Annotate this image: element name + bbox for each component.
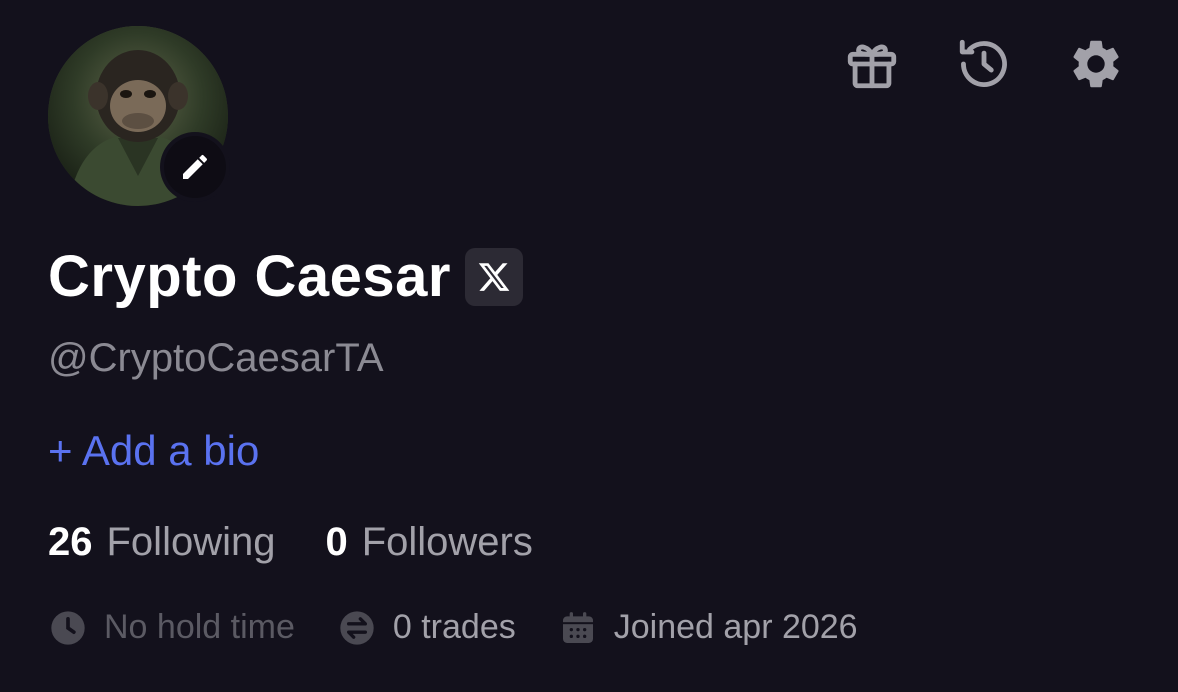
top-actions xyxy=(842,34,1126,94)
follow-stats: 26 Following 0 Followers xyxy=(48,520,533,564)
history-icon xyxy=(959,39,1007,87)
gift-icon xyxy=(847,44,897,89)
following-stat[interactable]: 26 Following xyxy=(48,520,275,564)
calendar-icon xyxy=(562,612,593,643)
followers-stat[interactable]: 0 Followers xyxy=(325,520,532,564)
followers-label: Followers xyxy=(361,520,533,564)
x-logo-icon xyxy=(478,263,510,291)
hold-time-text: No hold time xyxy=(104,608,295,647)
username-handle: @CryptoCaesarTA xyxy=(48,336,384,380)
history-button[interactable] xyxy=(954,34,1014,94)
clock-icon xyxy=(51,611,85,645)
profile-page: Crypto Caesar @CryptoCaesarTA + Add a bi… xyxy=(0,0,1178,692)
swap-icon xyxy=(340,611,374,645)
following-count: 26 xyxy=(48,520,93,564)
x-profile-link[interactable] xyxy=(464,248,523,306)
pencil-icon xyxy=(183,154,208,179)
edit-avatar-button[interactable] xyxy=(160,132,230,202)
display-name: Crypto Caesar xyxy=(48,244,451,309)
add-bio-link[interactable]: + Add a bio xyxy=(48,427,259,474)
hold-time-item: No hold time xyxy=(48,608,295,648)
trades-item: 0 trades xyxy=(337,608,516,648)
following-label: Following xyxy=(106,520,276,564)
joined-text: Joined apr 2026 xyxy=(613,608,858,647)
edit-avatar-inner xyxy=(164,136,226,198)
name-row: Crypto Caesar xyxy=(48,248,523,306)
gear-icon xyxy=(1073,40,1119,88)
followers-count: 0 xyxy=(325,520,348,564)
settings-button[interactable] xyxy=(1066,34,1126,94)
joined-item: Joined apr 2026 xyxy=(558,608,858,648)
avatar-container xyxy=(48,26,230,206)
trades-text: 0 trades xyxy=(392,608,516,647)
gift-button[interactable] xyxy=(842,34,902,94)
profile-meta: No hold time 0 trades Joined apr 2026 xyxy=(48,608,900,648)
